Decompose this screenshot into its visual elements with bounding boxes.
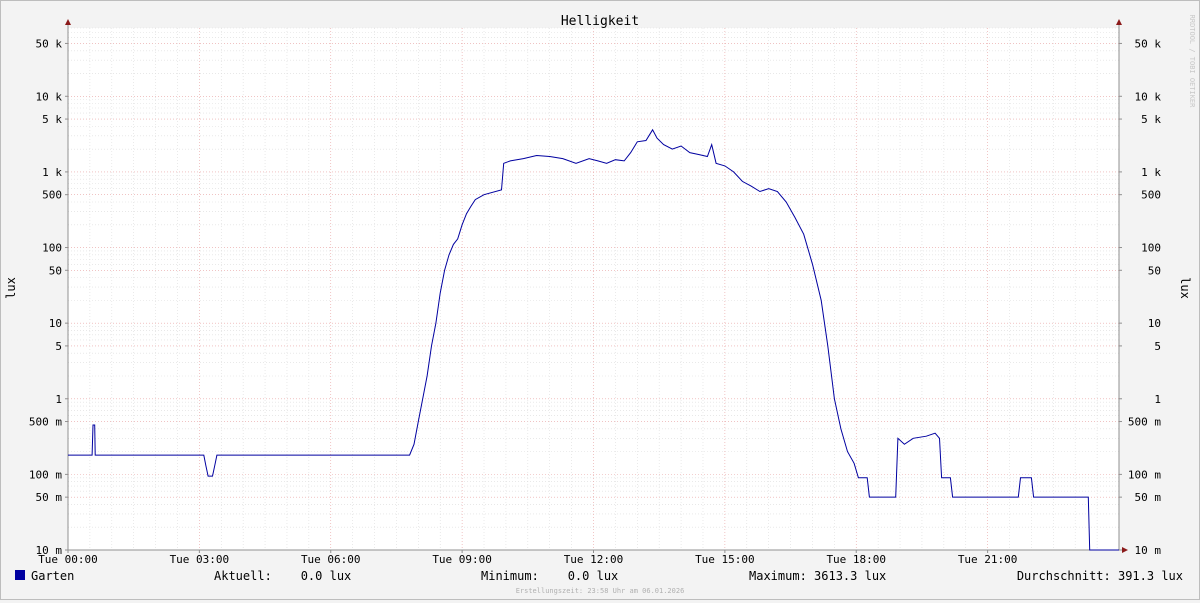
y-tick-label-right: 5: [1154, 340, 1161, 353]
y-tick-label-right: 50: [1148, 264, 1161, 277]
y-tick-label-right: 1 k: [1141, 166, 1161, 179]
footer-timestamp: Erstellungszeit: 23:58 Uhr am 06.01.2026: [516, 587, 685, 595]
y-tick-label-left: 500: [42, 189, 62, 202]
watermark: RRDTOOL / TOBI OETIKER: [1188, 15, 1196, 109]
y-tick-label-right: 50 k: [1135, 37, 1162, 50]
y-tick-label-right: 50 m: [1135, 491, 1162, 504]
y-tick-label-left: 100 m: [29, 468, 62, 481]
y-tick-label-right: 100: [1141, 242, 1161, 255]
y-tick-label-left: 50: [49, 264, 62, 277]
legend-current: Aktuell: 0.0 lux: [214, 569, 351, 583]
y-tick-label-right: 10 k: [1135, 90, 1162, 103]
x-tick-label: Tue 18:00: [826, 553, 886, 566]
y-axis-label-left: lux: [4, 277, 18, 299]
y-tick-label-right: 10: [1148, 317, 1161, 330]
y-axis-arrow-left: [65, 19, 71, 25]
y-tick-label-left: 100: [42, 242, 62, 255]
x-tick-label: Tue 09:00: [432, 553, 492, 566]
x-tick-label: Tue 03:00: [170, 553, 230, 566]
chart-title: Helligkeit: [561, 14, 639, 29]
y-tick-label-right: 5 k: [1141, 113, 1161, 126]
y-tick-label-left: 5: [55, 340, 62, 353]
x-tick-label: Tue 21:00: [958, 553, 1018, 566]
legend-minimum: Minimum: 0.0 lux: [481, 569, 618, 583]
y-tick-label-left: 50 k: [36, 37, 63, 50]
y-tick-label-right: 10 m: [1135, 544, 1162, 557]
legend-maximum: Maximum: 3613.3 lux: [749, 569, 886, 583]
legend-average: Durchschnitt: 391.3 lux: [1017, 569, 1183, 583]
y-axis-arrow-right: [1116, 19, 1122, 25]
legend-swatch: [15, 570, 25, 580]
y-tick-label-right: 500 m: [1128, 416, 1161, 429]
legend-series-name: Garten: [31, 569, 74, 583]
y-tick-label-left: 1: [55, 393, 62, 406]
y-tick-label-right: 1: [1154, 393, 1161, 406]
y-tick-label-left: 50 m: [36, 491, 63, 504]
y-tick-label-left: 10: [49, 317, 62, 330]
x-tick-label: Tue 00:00: [38, 553, 98, 566]
y-tick-label-left: 10 k: [36, 90, 63, 103]
graph-frame: 10 m 10 m 50 m 50 m 100 m 100 m 500 m 500 m1155…: [0, 0, 1200, 600]
x-axis-arrow: [1122, 547, 1128, 553]
x-tick-label: Tue 06:00: [301, 553, 361, 566]
y-tick-label-right: 100 m: [1128, 468, 1161, 481]
x-tick-label: Tue 12:00: [564, 553, 624, 566]
brightness-chart: 10 m 10 m50 m 50 m100 m 100 m500 m 500 m1 15 5…: [4, 14, 1196, 595]
x-tick-label: Tue 15:00: [695, 553, 755, 566]
y-tick-label-left: 1 k: [42, 166, 62, 179]
y-tick-label-left: 500 m: [29, 416, 62, 429]
y-tick-label-left: 5 k: [42, 113, 62, 126]
y-axis-label-right: lux: [1178, 277, 1192, 299]
y-tick-label-right: 500: [1141, 189, 1161, 202]
